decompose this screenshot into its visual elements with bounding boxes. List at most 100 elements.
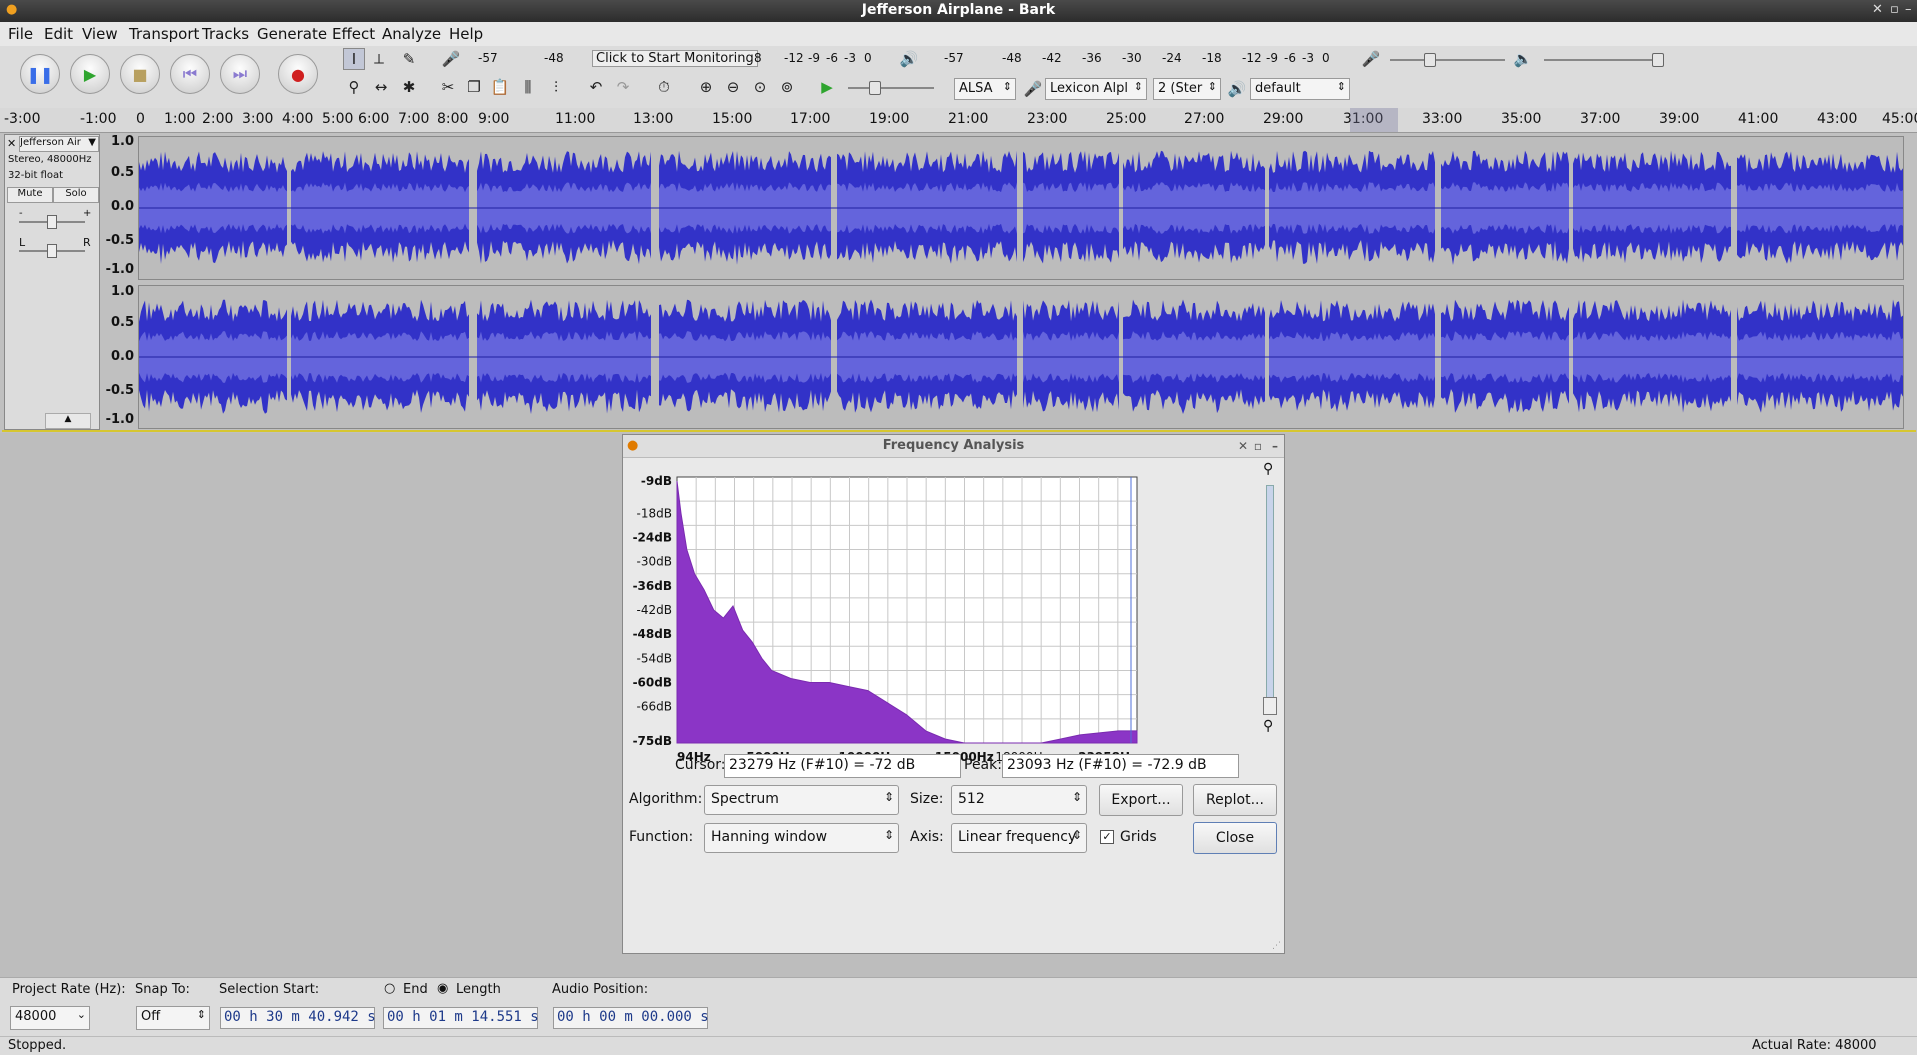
pan-slider[interactable] xyxy=(47,244,57,258)
record-volume-slider[interactable] xyxy=(1424,53,1436,67)
y-tick-label: -48dB xyxy=(633,627,672,641)
size-select[interactable]: 512⇕ xyxy=(951,785,1087,815)
menu-generate[interactable]: Generate xyxy=(257,25,327,43)
zoom-in-icon[interactable]: ⚲ xyxy=(1263,461,1273,477)
function-select[interactable]: Hanning window⇕ xyxy=(704,823,899,853)
replot-button[interactable]: Replot... xyxy=(1193,784,1277,816)
monitor-button[interactable]: Click to Start Monitoring xyxy=(592,50,758,67)
menu-edit[interactable]: Edit xyxy=(44,25,73,43)
collapse-track-button[interactable]: ▲ xyxy=(45,413,91,429)
playback-volume-slider[interactable] xyxy=(1652,53,1664,67)
vertical-zoom-slider-thumb[interactable] xyxy=(1263,697,1277,715)
snap-select[interactable]: Off⇕ xyxy=(136,1006,210,1030)
mute-button[interactable]: Mute xyxy=(7,187,53,203)
collapse-arrow-icon: ▲ xyxy=(65,414,72,424)
project-rate-select[interactable]: 48000⌄ xyxy=(10,1006,90,1030)
timeline-ruler[interactable]: -3:00-1:0001:002:003:004:005:006:007:008… xyxy=(0,108,1917,133)
fit-selection-button[interactable]: ⊙ xyxy=(749,76,771,98)
record-button[interactable]: ● xyxy=(278,54,318,94)
selection-tool[interactable]: I xyxy=(343,48,365,70)
menu-tracks[interactable]: Tracks xyxy=(202,25,249,43)
output-device-select[interactable]: default⇕ xyxy=(1250,78,1350,100)
minimize-window-icon[interactable]: – xyxy=(1905,2,1912,17)
grids-checkbox[interactable]: ✓ xyxy=(1100,830,1114,844)
selection-start-label: Selection Start: xyxy=(219,982,319,997)
export-button[interactable]: Export... xyxy=(1099,784,1183,816)
tick: -30 xyxy=(1122,51,1142,65)
function-value: Hanning window xyxy=(711,829,827,845)
dialog-titlebar: ● Frequency Analysis ✕ ▫ – xyxy=(623,435,1284,458)
menu-analyze[interactable]: Analyze xyxy=(382,25,441,43)
stop-button[interactable]: ■ xyxy=(120,54,160,94)
peak-label: Peak: xyxy=(964,757,1002,773)
solo-button[interactable]: Solo xyxy=(53,187,99,203)
timeline-tick-label: 21:00 xyxy=(948,111,988,127)
fit-project-button[interactable]: ⊚ xyxy=(776,76,798,98)
menu-view[interactable]: View xyxy=(82,25,118,43)
pause-button[interactable]: ❚❚ xyxy=(20,54,60,94)
playback-meter-icon[interactable]: 🔊 xyxy=(898,48,920,70)
cut-button[interactable]: ✂ xyxy=(437,76,459,98)
zoom-out-icon: ⊖ xyxy=(727,78,740,96)
axis-select[interactable]: Linear frequency⇕ xyxy=(951,823,1087,853)
paste-button[interactable]: 📋 xyxy=(489,76,511,98)
menu-help[interactable]: Help xyxy=(449,25,483,43)
multi-tool[interactable]: ✱ xyxy=(398,76,420,98)
timeline-tick-label: 19:00 xyxy=(869,111,909,127)
close-button[interactable]: Close xyxy=(1193,822,1277,854)
waveform-left-channel[interactable] xyxy=(138,136,1904,280)
skip-end-button[interactable]: ⏭ xyxy=(220,54,260,94)
redo-button[interactable]: ↷ xyxy=(612,76,634,98)
status-bar: Stopped. Actual Rate: 48000 xyxy=(0,1036,1917,1055)
record-meter-icon[interactable]: 🎤 xyxy=(440,48,462,70)
channels-select[interactable]: 2 (Ster⇕ xyxy=(1153,78,1221,100)
gain-slider[interactable] xyxy=(47,215,57,229)
menu-transport[interactable]: Transport xyxy=(129,25,199,43)
playback-meter[interactable]: -57 -48 -42 -36 -30 -24 -18 -12 -9 -6 -3… xyxy=(930,48,1340,70)
zoom-out-icon[interactable]: ⚲ xyxy=(1263,718,1273,734)
sync-lock-button[interactable]: ⏱ xyxy=(653,76,675,98)
waveform-right-channel[interactable] xyxy=(138,285,1904,429)
track-name-menu[interactable]: Jefferson Air▼ xyxy=(19,136,99,152)
silence-button[interactable]: ⫶ xyxy=(545,76,567,98)
timeshift-tool[interactable]: ↔ xyxy=(370,76,392,98)
audio-host-value: ALSA xyxy=(959,81,993,96)
skip-start-button[interactable]: ⏮ xyxy=(170,54,210,94)
menu-file[interactable]: File xyxy=(8,25,33,43)
envelope-tool[interactable]: ⟂ xyxy=(368,48,390,70)
restore-window-icon[interactable]: ▫ xyxy=(1890,2,1899,17)
copy-button[interactable]: ❐ xyxy=(463,76,485,98)
resize-grip-icon[interactable]: ⋰ xyxy=(1272,941,1281,951)
zoom-in-button[interactable]: ⊕ xyxy=(695,76,717,98)
input-device-select[interactable]: Lexicon Alpl⇕ xyxy=(1045,78,1147,100)
audio-host-select[interactable]: ALSA⇕ xyxy=(954,78,1016,100)
undo-button[interactable]: ↶ xyxy=(585,76,607,98)
dialog-maximize-icon[interactable]: ▫ xyxy=(1254,435,1262,457)
spectrum-plot[interactable]: -9dB-18dB-24dB-30dB-36dB-42dB-48dB-54dB-… xyxy=(623,457,1284,762)
selection-start-time[interactable]: 00 h 30 m 40.942 s xyxy=(220,1007,375,1029)
dialog-close-icon[interactable]: ✕ xyxy=(1238,435,1248,457)
algorithm-select[interactable]: Spectrum⇕ xyxy=(704,785,899,815)
waveform-right-svg xyxy=(139,286,1903,428)
track-close-icon[interactable]: ✕ xyxy=(7,137,16,150)
play-button[interactable]: ▶ xyxy=(70,54,110,94)
audio-position-time[interactable]: 00 h 00 m 00.000 s xyxy=(553,1007,708,1029)
timeline-tick-label: -3:00 xyxy=(4,111,41,127)
vertical-zoom-slider-track[interactable] xyxy=(1266,485,1274,707)
play-speed-slider[interactable] xyxy=(869,81,881,95)
close-window-icon[interactable]: ✕ xyxy=(1872,2,1883,17)
end-radio[interactable]: ○ xyxy=(384,981,395,996)
menu-effect[interactable]: Effect xyxy=(332,25,375,43)
zoom-tool[interactable]: ⚲ xyxy=(343,76,365,98)
zoom-out-button[interactable]: ⊖ xyxy=(722,76,744,98)
trim-button[interactable]: ⫼ xyxy=(517,76,539,98)
record-meter[interactable]: -57 -48 Click to Start Monitoring 8 -12 … xyxy=(478,48,878,70)
timeline-tick-label: 1:00 xyxy=(164,111,195,127)
size-value: 512 xyxy=(958,791,985,807)
dialog-minimize-icon[interactable]: – xyxy=(1272,435,1278,457)
play-at-speed-button[interactable]: ▶ xyxy=(816,76,838,98)
function-label: Function: xyxy=(629,829,693,845)
selection-length-time[interactable]: 00 h 01 m 14.551 s xyxy=(383,1007,538,1029)
draw-tool[interactable]: ✎ xyxy=(398,48,420,70)
length-radio[interactable]: ◉ xyxy=(437,981,448,996)
